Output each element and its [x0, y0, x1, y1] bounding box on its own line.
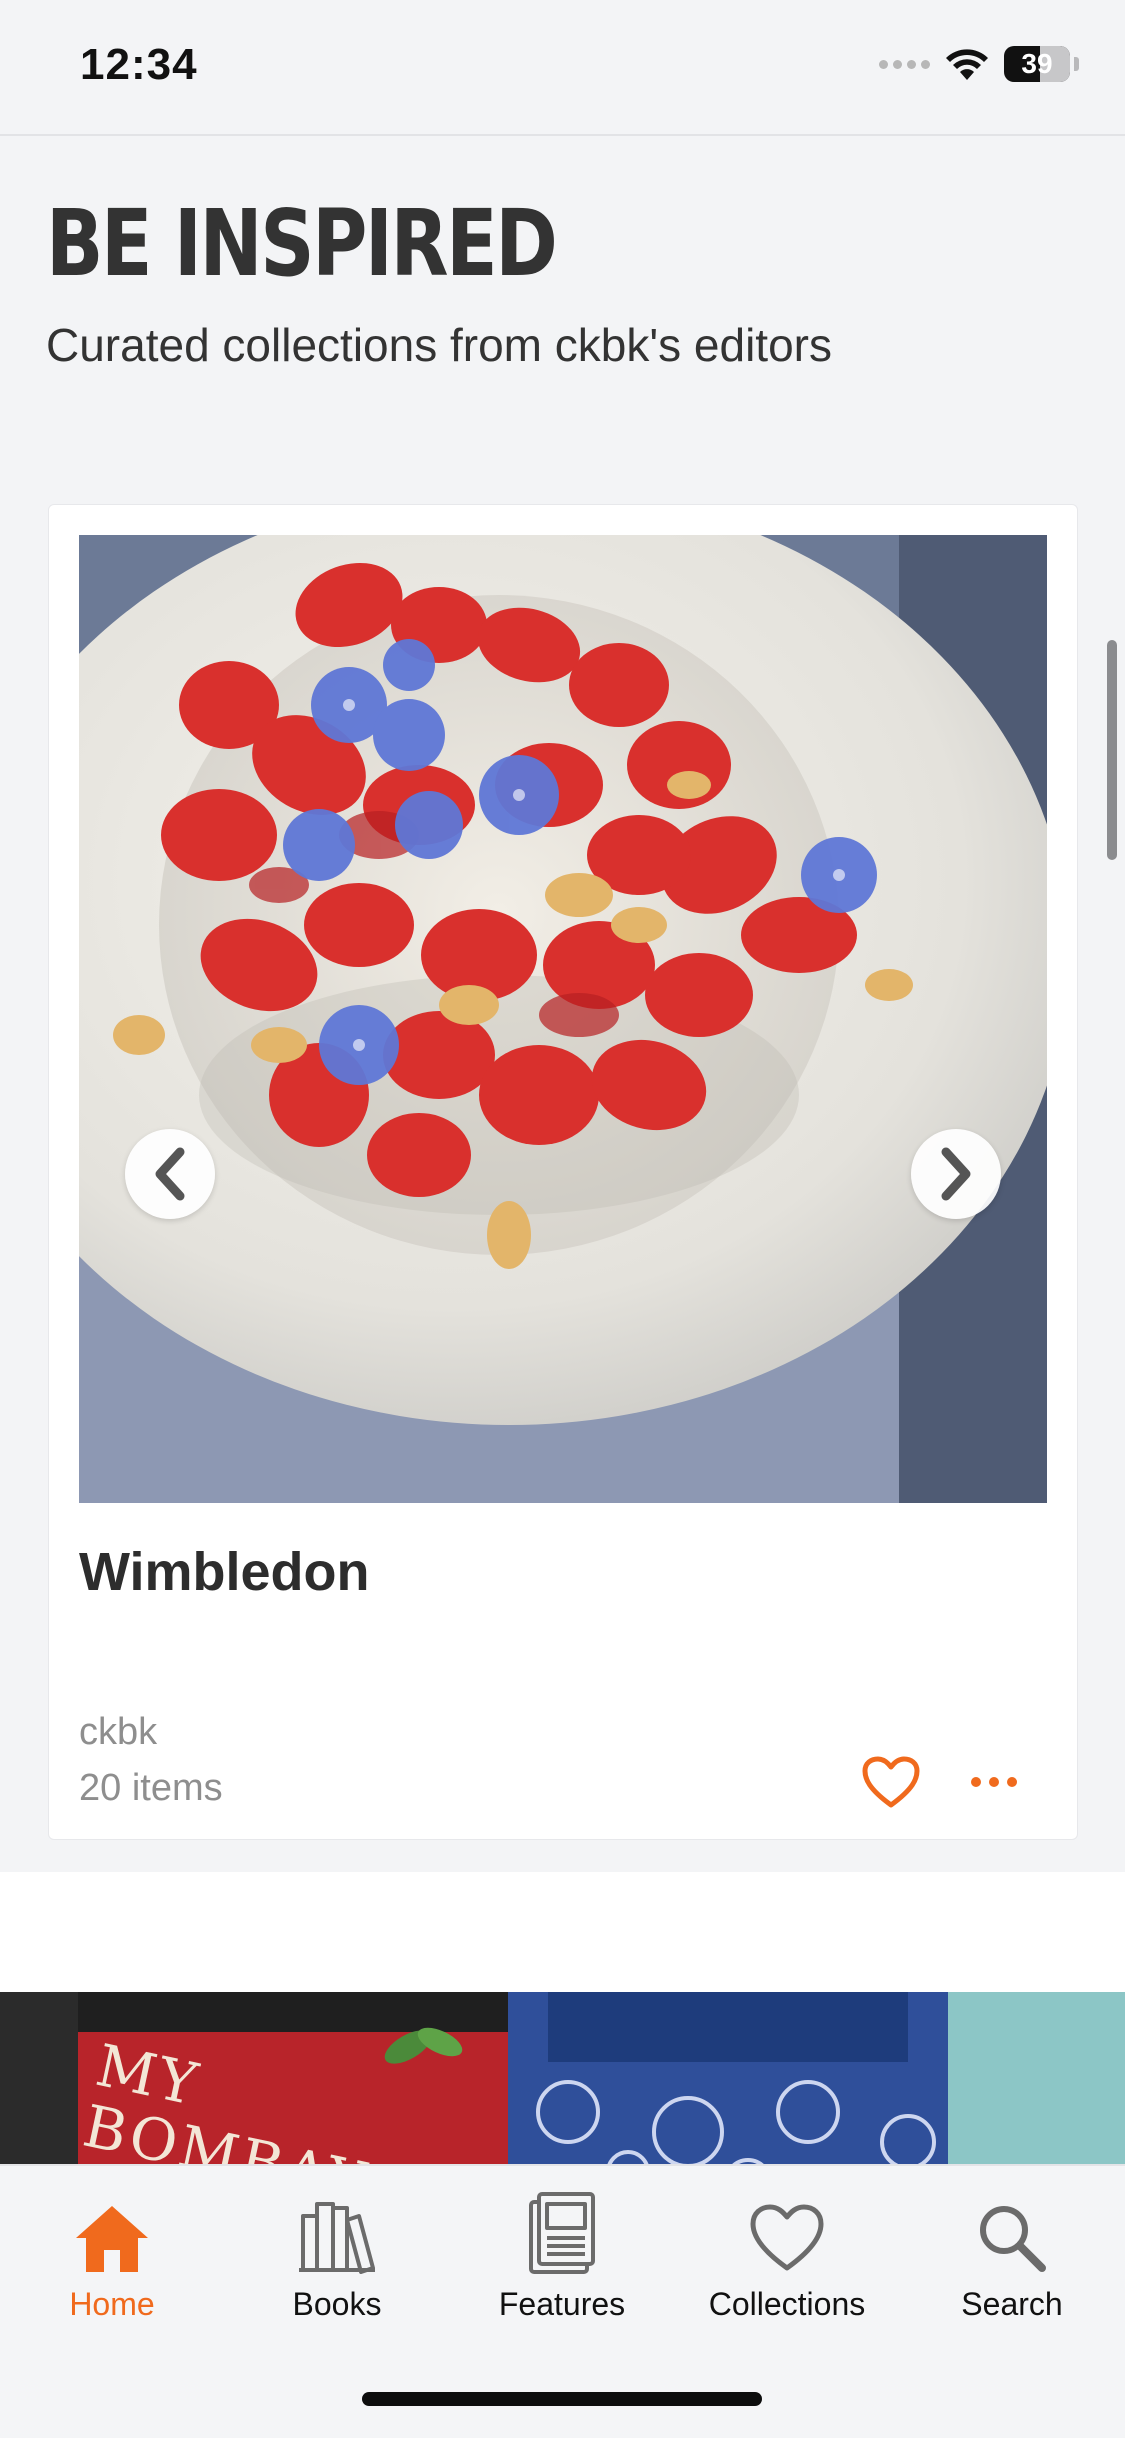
- more-options-button[interactable]: [971, 1767, 1021, 1797]
- chevron-right-icon: [941, 1147, 971, 1201]
- home-icon: [76, 2206, 148, 2272]
- collection-card[interactable]: Wimbledon ckbk 20 items: [48, 504, 1078, 1840]
- collection-title[interactable]: Wimbledon: [79, 1541, 370, 1603]
- status-indicators: 39: [879, 46, 1079, 82]
- battery-icon: 39: [1004, 46, 1070, 82]
- page-subtitle: Curated collections from ckbk's editors: [46, 319, 832, 371]
- more-dot: [989, 1777, 999, 1787]
- book-cover[interactable]: [508, 1992, 948, 2164]
- wifi-icon: [946, 49, 988, 80]
- tab-books[interactable]: Books: [237, 2186, 437, 2323]
- heart-icon: [750, 2204, 824, 2271]
- strawberry-dish-photo: [79, 535, 1047, 1503]
- status-time: 12:34: [80, 40, 198, 89]
- tab-label: Features: [498, 2286, 626, 2322]
- collection-author: ckbk: [79, 1711, 158, 1753]
- tab-label: Home: [69, 2286, 155, 2322]
- cellular-signal-icon: [879, 59, 930, 69]
- chevron-left-icon: [155, 1147, 185, 1201]
- tab-label: Books: [292, 2286, 382, 2322]
- books-icon: [299, 2202, 375, 2274]
- heart-icon: [862, 1756, 920, 1808]
- home-indicator[interactable]: [362, 2392, 762, 2406]
- tab-home[interactable]: Home: [12, 2186, 212, 2323]
- battery-level: 39: [1021, 48, 1053, 79]
- previous-button[interactable]: [125, 1129, 215, 1219]
- tab-search[interactable]: Search: [912, 2186, 1112, 2323]
- section-divider: [0, 1872, 1125, 1992]
- book-cover[interactable]: [0, 1992, 78, 2164]
- tab-label: Search: [961, 2286, 1063, 2322]
- favorite-button[interactable]: [861, 1755, 921, 1809]
- book-cover[interactable]: [948, 1992, 1125, 2164]
- book-cover[interactable]: MY BOMBAY KITC: [78, 1992, 508, 2164]
- scrollbar[interactable]: [1107, 640, 1117, 860]
- leaf-illustration-icon: [384, 2027, 463, 2064]
- next-button[interactable]: [911, 1129, 1001, 1219]
- tab-features[interactable]: Features: [462, 2186, 662, 2323]
- more-dot: [1007, 1777, 1017, 1787]
- more-dot: [971, 1777, 981, 1787]
- features-icon: [529, 2192, 595, 2274]
- tab-collections[interactable]: Collections: [687, 2186, 887, 2323]
- search-icon: [980, 2206, 1046, 2272]
- collection-image[interactable]: [79, 535, 1047, 1503]
- page-title: BE INSPIRED: [46, 190, 558, 297]
- book-carousel[interactable]: MY BOMBAY KITC: [0, 1992, 1125, 2164]
- tab-label: Collections: [708, 2286, 866, 2322]
- status-bar: 12:34 39: [0, 0, 1125, 136]
- collection-item-count: 20 items: [79, 1767, 223, 1809]
